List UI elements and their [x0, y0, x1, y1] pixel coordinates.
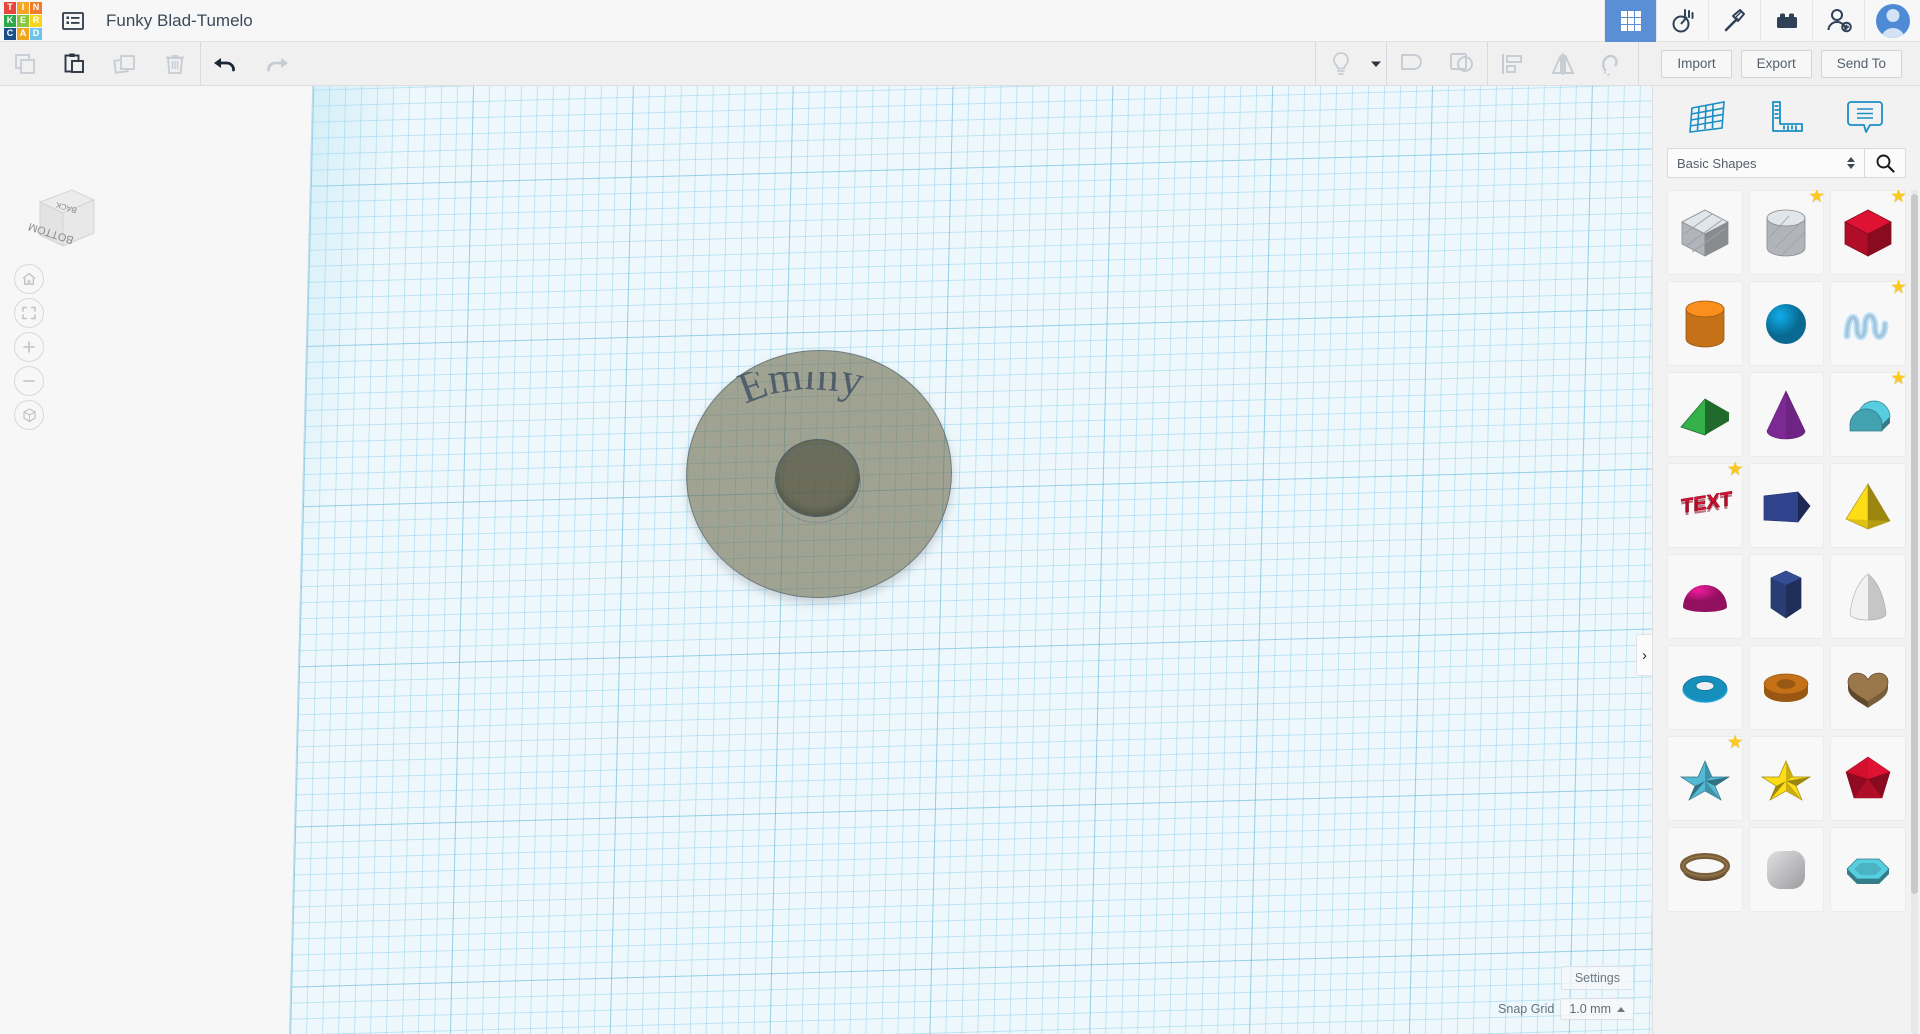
shape-tube[interactable] — [1748, 645, 1825, 730]
import-button[interactable]: Import — [1661, 49, 1732, 78]
shape-star-flat[interactable] — [1748, 736, 1825, 821]
lightbulb-icon[interactable] — [1316, 42, 1366, 86]
file-actions: Import Export Send To — [1639, 49, 1920, 78]
logo-letter: D — [30, 27, 42, 40]
logo-letter: C — [4, 27, 16, 40]
ruler-tab-icon[interactable] — [1759, 94, 1813, 140]
codeblocks-icon[interactable] — [1656, 0, 1708, 42]
ungroup-icon[interactable] — [1437, 42, 1487, 86]
favorite-star-icon: ★ — [1726, 732, 1744, 753]
delete-icon[interactable] — [150, 42, 200, 86]
collapse-panel-chevron-icon[interactable]: › — [1636, 634, 1652, 676]
shape-house-wedge[interactable] — [1748, 463, 1825, 548]
pickaxe-icon[interactable] — [1708, 0, 1760, 42]
zoom-in-icon[interactable] — [14, 332, 44, 362]
align-icon[interactable] — [1488, 42, 1538, 86]
logo-letter: I — [17, 1, 29, 14]
shapes-panel: Basic Shapes ★ ★ ★ ★ TEXT TEXT ★ ★ — [1652, 86, 1920, 1034]
favorite-star-icon: ★ — [1889, 368, 1907, 389]
shape-box-hole[interactable] — [1667, 190, 1743, 275]
shapes-filter-row: Basic Shapes — [1653, 148, 1920, 190]
shape-pyramid[interactable] — [1830, 463, 1906, 548]
magnet-icon[interactable] — [1588, 42, 1638, 86]
shape-torus[interactable] — [1667, 645, 1743, 730]
search-icon[interactable] — [1864, 148, 1906, 178]
shape-sphere[interactable] — [1748, 281, 1825, 366]
invite-person-icon[interactable] — [1812, 0, 1864, 42]
shape-roof[interactable]: ★ — [1830, 368, 1907, 457]
panel-tab-bar — [1653, 86, 1920, 148]
redo-icon[interactable] — [251, 42, 301, 86]
workplane-tab-icon[interactable] — [1681, 94, 1735, 140]
logo-letter: R — [30, 14, 42, 27]
export-button[interactable]: Export — [1740, 49, 1812, 78]
shape-category-value: Basic Shapes — [1677, 155, 1757, 171]
view-cube[interactable]: BACK BOTTOM — [24, 178, 98, 252]
avatar[interactable] — [1864, 0, 1920, 42]
shape-paraboloid[interactable] — [1830, 554, 1906, 639]
grid-view-icon[interactable] — [1604, 0, 1656, 42]
logo-letter: K — [4, 14, 16, 27]
top-right-toolbar — [1604, 0, 1920, 42]
snap-grid-value: 1.0 mm — [1569, 1002, 1611, 1016]
favorite-star-icon: ★ — [1889, 190, 1907, 207]
home-view-icon[interactable] — [14, 264, 44, 294]
send-to-button[interactable]: Send To — [1820, 49, 1902, 78]
chevron-down-icon[interactable] — [1366, 42, 1386, 86]
chevron-updown-icon — [1847, 157, 1855, 169]
logo-letter: N — [30, 1, 42, 14]
logo-letter: T — [4, 1, 16, 14]
shape-gem[interactable] — [1830, 827, 1906, 912]
shapes-grid: ★ ★ ★ ★ TEXT TEXT ★ ★ — [1667, 190, 1907, 912]
bricks-icon[interactable] — [1760, 0, 1812, 42]
main-toolbar: Import Export Send To — [0, 41, 1920, 86]
settings-button[interactable]: Settings — [1560, 966, 1634, 990]
favorite-star-icon: ★ — [1889, 277, 1907, 298]
copy-icon[interactable] — [0, 42, 50, 86]
shape-polyhedron[interactable] — [1830, 736, 1906, 821]
snap-grid-control: Snap Grid 1.0 mm — [1498, 998, 1634, 1020]
notes-tab-icon[interactable] — [1838, 94, 1892, 140]
shape-ring[interactable] — [1667, 827, 1743, 912]
fit-view-icon[interactable] — [14, 298, 44, 328]
snap-grid-label: Snap Grid — [1498, 1002, 1555, 1016]
shape-half-sphere[interactable] — [1667, 554, 1743, 639]
shape-text[interactable]: TEXT TEXT ★ — [1667, 459, 1744, 548]
paste-icon[interactable] — [50, 42, 100, 86]
page-title[interactable]: Funky Blad-Tumelo — [106, 11, 253, 31]
top-bar: T I N K E R C A D Funky Blad-Tumelo — [0, 0, 1920, 42]
chevron-up-icon — [1617, 1006, 1625, 1012]
logo-letter: E — [17, 14, 29, 27]
view-nav-controls — [14, 264, 44, 434]
mirror-icon[interactable] — [1538, 42, 1588, 86]
zoom-out-icon[interactable] — [14, 366, 44, 396]
shapes-scrollbar-thumb[interactable] — [1911, 194, 1918, 894]
shape-rounded-cube[interactable] — [1748, 827, 1825, 912]
workplane-grid[interactable] — [281, 86, 1652, 1034]
snap-grid-dropdown[interactable]: 1.0 mm — [1560, 998, 1634, 1020]
group-icon[interactable] — [1387, 42, 1437, 86]
shape-cylinder-hole[interactable]: ★ — [1748, 190, 1826, 275]
list-menu-icon[interactable] — [60, 8, 86, 34]
shape-polygon[interactable] — [1748, 554, 1825, 639]
shape-wedge[interactable] — [1667, 372, 1743, 457]
shape-star-3d[interactable]: ★ — [1667, 732, 1744, 821]
favorite-star-icon: ★ — [1726, 459, 1744, 480]
logo-letter: A — [17, 27, 29, 40]
shape-cylinder[interactable] — [1667, 281, 1743, 366]
favorite-star-icon: ★ — [1808, 190, 1826, 207]
shapes-scroll-area[interactable]: ★ ★ ★ ★ TEXT TEXT ★ ★ — [1653, 190, 1920, 1034]
perspective-toggle-icon[interactable] — [14, 400, 44, 430]
shape-category-select[interactable]: Basic Shapes — [1667, 148, 1864, 178]
shape-box[interactable]: ★ — [1830, 190, 1907, 275]
undo-icon[interactable] — [201, 42, 251, 86]
shape-heart[interactable] — [1830, 645, 1906, 730]
duplicate-icon[interactable] — [100, 42, 150, 86]
shape-scribble[interactable]: ★ — [1830, 277, 1907, 366]
tinkercad-logo[interactable]: T I N K E R C A D — [0, 0, 46, 42]
shape-cone[interactable] — [1748, 372, 1825, 457]
3d-viewport[interactable]: Emmy BACK BOTTOM Settings Snap Grid 1.0 … — [0, 86, 1652, 1034]
model-object[interactable]: Emmy — [677, 341, 961, 615]
